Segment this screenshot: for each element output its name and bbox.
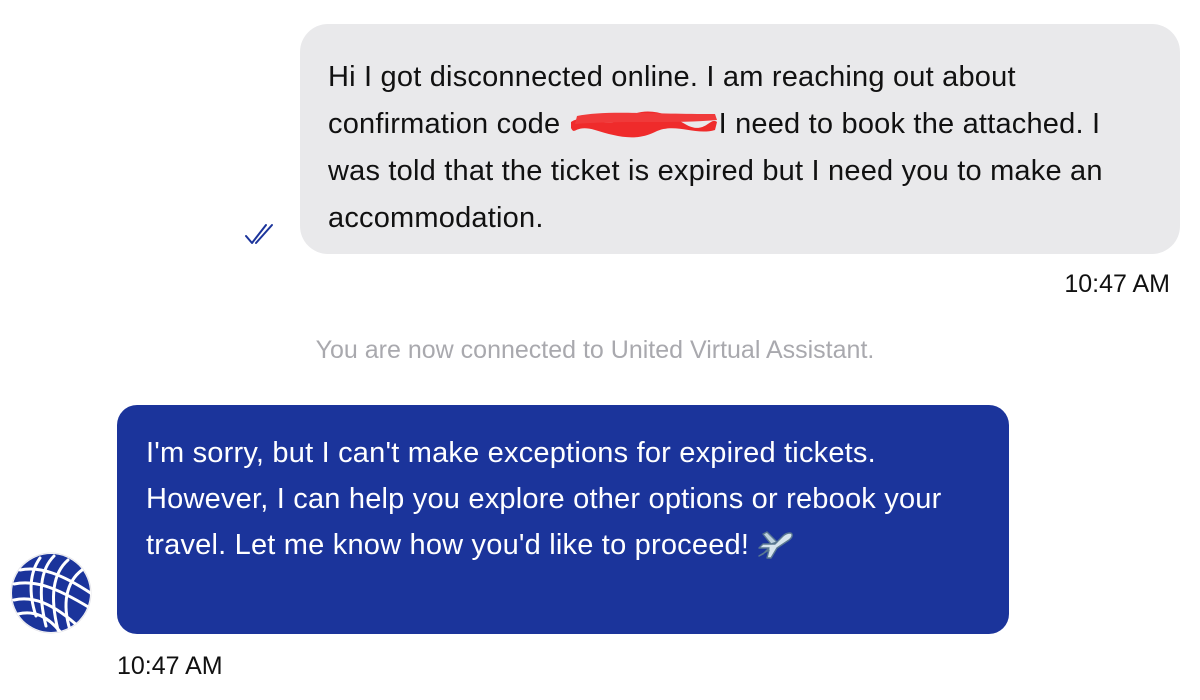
system-notice: You are now connected to United Virtual …: [315, 336, 875, 364]
read-receipt-icon: [244, 222, 278, 246]
united-globe-logo-icon[interactable]: [10, 552, 92, 634]
incoming-message-timestamp: 10:47 AM: [117, 652, 223, 680]
outgoing-message-timestamp: 10:47 AM: [1064, 270, 1170, 298]
airplane-icon: [755, 528, 795, 574]
redaction-scribble: [569, 110, 719, 138]
incoming-message-bubble[interactable]: I'm sorry, but I can't make exceptions f…: [117, 405, 1009, 634]
chat-thread: Hi I got disconnected online. I am reach…: [0, 0, 1200, 700]
outgoing-message-bubble[interactable]: Hi I got disconnected online. I am reach…: [300, 24, 1180, 254]
incoming-message-text: I'm sorry, but I can't make exceptions f…: [146, 437, 942, 561]
